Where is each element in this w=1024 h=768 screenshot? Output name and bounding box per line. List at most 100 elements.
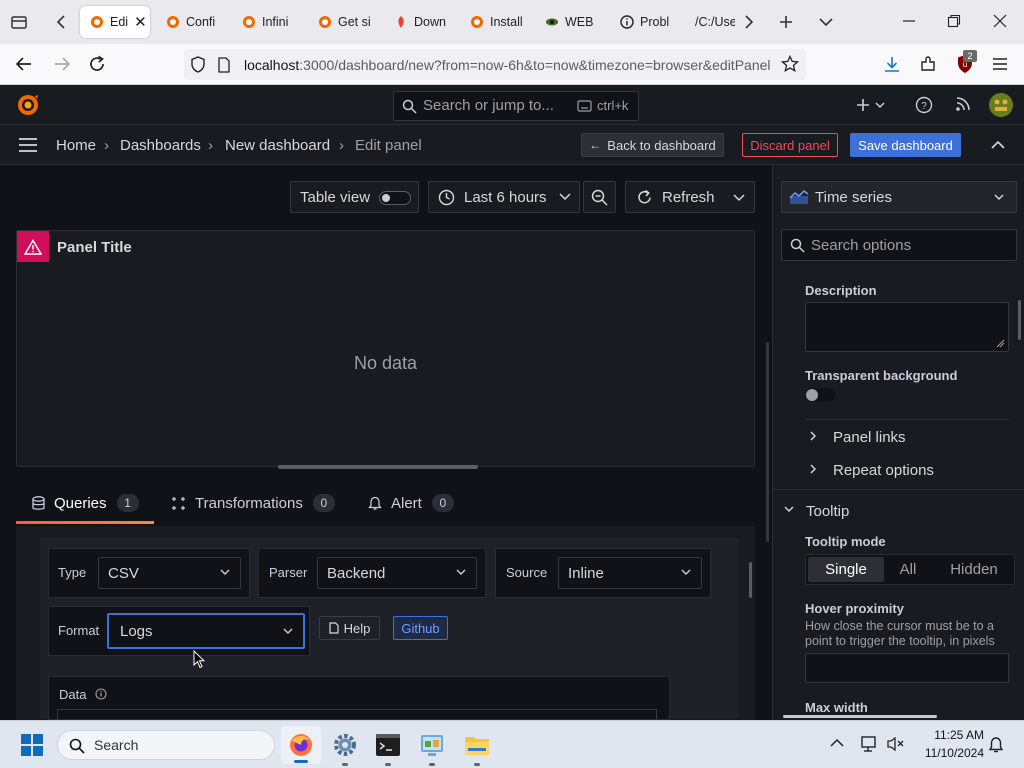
volume-muted-icon[interactable] [886,736,904,752]
back-icon[interactable] [14,55,34,73]
show-hidden-icons-icon[interactable] [829,737,845,749]
github-button[interactable]: Github [393,616,448,640]
table-view-toggle[interactable]: Table view [290,181,419,213]
format-value: Logs [120,622,153,640]
resize-grip-icon[interactable] [996,339,1005,348]
tab-list-icon[interactable] [10,13,28,31]
collapse-header-icon[interactable] [990,138,1006,152]
description-textarea[interactable] [805,302,1009,352]
control-panel-icon[interactable] [420,733,444,766]
tab-close-icon[interactable]: ✕ [134,13,147,31]
new-tab-icon[interactable] [777,13,795,31]
breadcrumb-separator: › [208,137,213,154]
tab[interactable]: Probl [620,6,680,38]
transparent-background-switch[interactable] [805,388,835,402]
reload-icon[interactable] [87,54,107,74]
refresh-button[interactable]: Refresh [625,181,755,213]
chevron-down-icon[interactable] [733,194,745,202]
user-avatar[interactable] [989,93,1013,117]
taskbar-search-box[interactable]: Search [57,730,275,760]
time-range-picker[interactable]: Last 6 hours [428,181,580,213]
tab-queries[interactable]: Queries 1 [32,494,139,512]
breadcrumb-home[interactable]: Home [56,137,96,154]
extensions-icon[interactable] [919,55,937,73]
settings-gear-icon[interactable] [333,733,357,766]
panel-title[interactable]: Panel Title [57,239,132,256]
ublock-icon[interactable]: u 2 [955,50,977,75]
visualization-picker[interactable]: Time series [781,181,1017,213]
save-dashboard-button[interactable]: Save dashboard [850,133,961,157]
type-label: Type [58,565,87,580]
chevron-right-icon [809,463,817,475]
type-select[interactable]: CSV [98,557,241,589]
back-label: Back to dashboard [607,137,716,153]
panel-warning-icon[interactable] [17,231,49,262]
tab[interactable]: Infini [242,6,302,38]
list-all-tabs-icon[interactable] [817,14,835,30]
tab[interactable]: Get si [318,6,378,38]
page-icon[interactable] [217,57,231,73]
restore-icon[interactable] [947,14,961,28]
downloads-icon[interactable] [883,55,901,73]
tooltip-mode-single[interactable]: Single [808,557,884,582]
tooltip-mode-all[interactable]: All [888,557,928,582]
repeat-options-label: Repeat options [833,462,934,479]
notifications-bell-icon[interactable] [988,736,1004,754]
options-pane-scrollbar-horizontal[interactable] [783,715,937,718]
menu-hamburger-icon[interactable] [18,137,38,153]
hover-proximity-input[interactable] [805,653,1009,683]
tab-edit-panel[interactable]: Edi ✕ [80,6,150,38]
news-rss-icon[interactable] [955,96,971,112]
tracking-shield-icon[interactable] [190,56,206,73]
grafana-logo-icon[interactable] [16,93,40,117]
search-options-input[interactable]: Search options [781,229,1017,261]
back-to-dashboard-button[interactable]: ← Back to dashboard [581,133,724,157]
tab[interactable]: Confi [166,6,226,38]
tab-alert[interactable]: Alert 0 [368,494,454,512]
app-menu-icon[interactable] [991,56,1009,72]
network-icon[interactable] [860,735,880,753]
source-label: Source [506,565,548,580]
global-search-input[interactable]: Search or jump to... ctrl+k [393,91,639,121]
breadcrumb-dashboards[interactable]: Dashboards [120,137,201,154]
zoom-out-button[interactable] [583,181,616,213]
minimize-icon[interactable] [902,14,916,28]
tabs-scroll-right-icon[interactable] [741,13,757,31]
parser-select[interactable]: Backend [317,557,477,589]
tab[interactable]: Down [394,6,454,38]
panel-resize-handle[interactable] [278,465,478,469]
tab[interactable]: WEB [545,6,605,38]
tooltip-mode-hidden[interactable]: Hidden [936,557,1012,582]
close-window-icon[interactable] [993,14,1007,28]
help-button[interactable]: Help [319,616,380,640]
format-select[interactable]: Logs [107,613,305,649]
clock-time[interactable]: 11:25 AM [912,728,984,742]
clock-date[interactable]: 11/10/2024 [912,746,984,760]
url-text[interactable]: localhost:3000/dashboard/new?from=now-6h… [244,57,774,73]
help-icon[interactable]: ? [915,96,933,114]
breadcrumb-new-dashboard[interactable]: New dashboard [225,137,330,154]
windows-start-icon[interactable] [21,734,43,756]
tab[interactable]: Install [470,6,530,38]
options-pane-scrollbar[interactable] [1018,300,1021,340]
hover-proximity-description: How close the cursor must be to a point … [805,619,995,648]
hover-proximity-label: Hover proximity [805,601,904,616]
time-range-label: Last 6 hours [464,188,547,206]
source-select[interactable]: Inline [558,557,702,589]
query-editor-scrollbar[interactable] [749,562,752,598]
bookmark-star-icon[interactable] [781,55,799,73]
tab[interactable]: /C:/Use [695,6,735,38]
tab-transformations[interactable]: Transformations 0 [171,494,335,512]
query-editor: Type CSV Parser Backend Source Inline Fo… [16,526,755,721]
add-new-icon[interactable] [855,97,887,113]
file-explorer-icon[interactable] [464,734,490,766]
tabs-scroll-left-icon[interactable] [53,13,69,31]
terminal-icon[interactable] [376,734,400,766]
discard-panel-button[interactable]: Discard panel [742,133,838,157]
url-bar[interactable]: localhost:3000/dashboard/new?from=now-6h… [184,49,806,80]
chevron-down-icon [283,628,293,635]
splitter-scrollbar[interactable] [766,342,769,542]
taskbar-firefox[interactable] [281,726,321,764]
table-view-switch[interactable] [379,191,411,205]
info-icon[interactable] [95,688,107,700]
